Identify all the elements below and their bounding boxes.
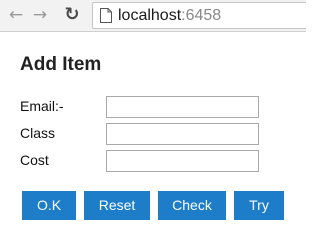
forward-arrow-icon[interactable]: → <box>30 5 50 25</box>
page-icon <box>100 8 112 23</box>
email-field[interactable] <box>106 96 259 118</box>
cost-label: Cost <box>20 152 49 168</box>
url-text: localhost:6458 <box>118 6 221 26</box>
cost-field[interactable] <box>106 150 259 172</box>
browser-toolbar: ← → ↻ localhost:6458 <box>0 0 306 32</box>
url-port: :6458 <box>181 7 222 24</box>
reset-button[interactable]: Reset <box>84 191 150 220</box>
class-label: Class <box>20 125 56 141</box>
address-bar[interactable]: localhost:6458 <box>92 2 306 29</box>
url-host: localhost <box>118 7 182 24</box>
try-button[interactable]: Try <box>234 191 284 220</box>
email-label: Email:- <box>20 98 64 114</box>
reload-icon[interactable]: ↻ <box>62 5 82 25</box>
back-arrow-icon[interactable]: ← <box>6 5 26 25</box>
class-field[interactable] <box>106 123 259 145</box>
check-button[interactable]: Check <box>158 191 226 220</box>
page-title: Add Item <box>20 54 102 75</box>
ok-button[interactable]: O.K <box>22 191 76 220</box>
